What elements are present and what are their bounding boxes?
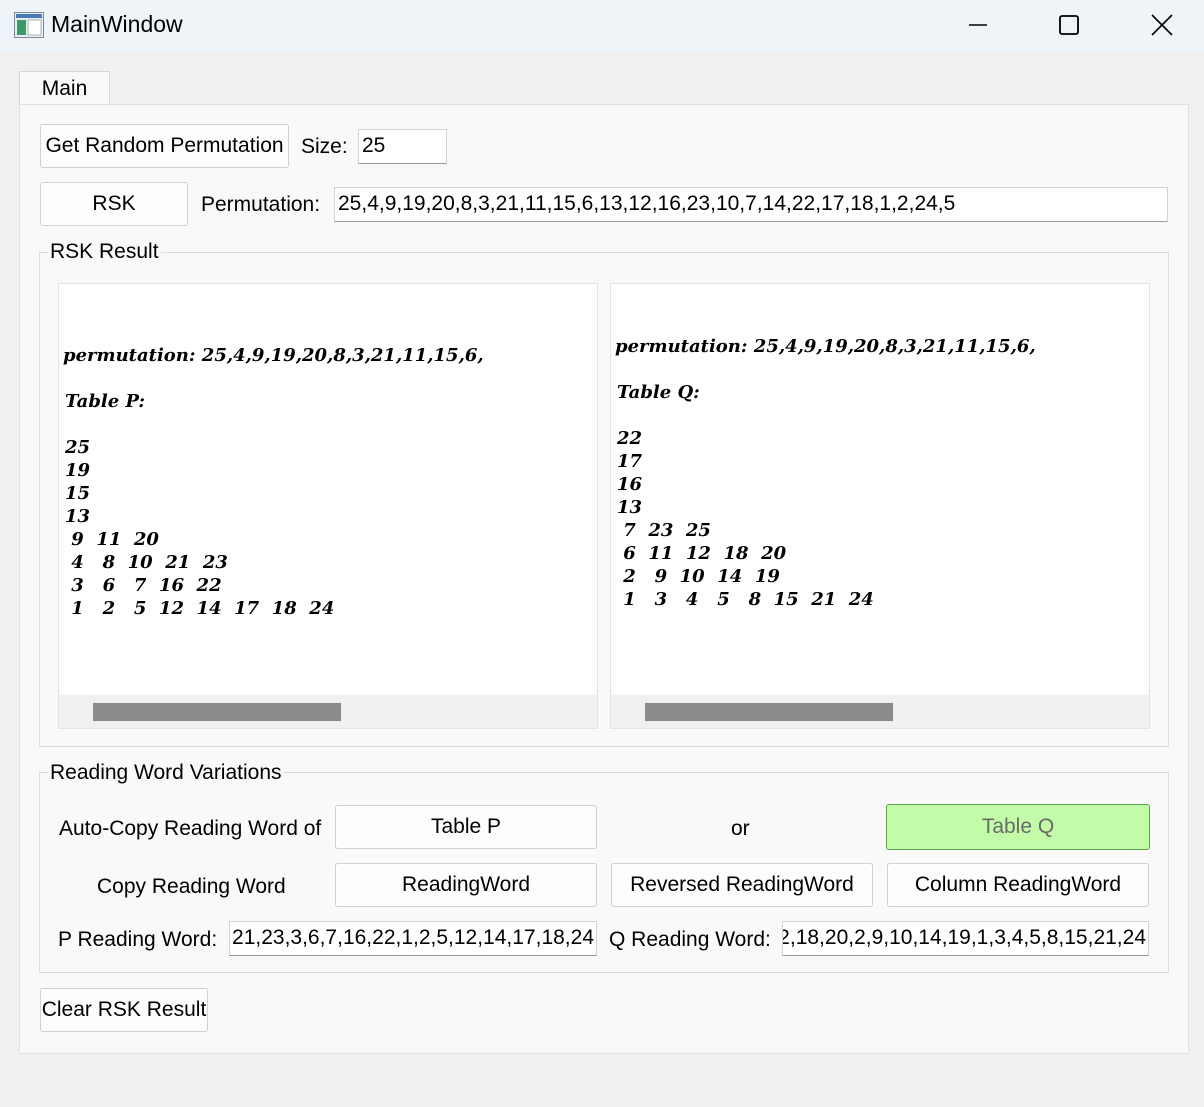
size-label: Size: — [301, 135, 348, 158]
auto-copy-label: Auto-Copy Reading Word of — [59, 817, 322, 840]
table-q-view[interactable]: permutation: 25,4,9,19,20,8,3,21,11,15,6… — [610, 283, 1150, 729]
scrollbar-thumb[interactable] — [645, 703, 893, 721]
p-reading-word-label: P Reading Word: — [58, 928, 218, 951]
permutation-label: Permutation: — [201, 193, 321, 216]
copy-reading-word-label: Copy Reading Word — [97, 875, 286, 898]
table-p-rows: 25 19 15 13 9 11 20 4 8 10 21 23 3 6 7 1… — [65, 437, 335, 619]
maximize-button[interactable] — [1039, 5, 1099, 45]
close-button[interactable] — [1131, 5, 1191, 45]
table-q-permutation: permutation: 25,4,9,19,20,8,3,21,11,15,6… — [615, 336, 1036, 357]
q-reading-word-label: Q Reading Word: — [609, 928, 771, 951]
get-random-permutation-button[interactable]: Get Random Permutation — [40, 124, 289, 168]
tab-main[interactable]: Main — [19, 71, 110, 105]
permutation-input[interactable]: 25,4,9,19,20,8,3,21,11,15,6,13,12,16,23,… — [334, 187, 1168, 222]
window-title: MainWindow — [51, 11, 183, 37]
close-icon — [1151, 14, 1173, 36]
maximize-icon — [1059, 15, 1079, 35]
reading-word-title: Reading Word Variations — [48, 761, 284, 785]
rsk-result-title: RSK Result — [48, 240, 161, 264]
size-input[interactable]: 25 — [358, 129, 447, 164]
table-q-title: Table Q: — [617, 382, 700, 403]
minimize-icon — [969, 24, 987, 26]
clear-rsk-result-button[interactable]: Clear RSK Result — [40, 988, 208, 1032]
rsk-button[interactable]: RSK — [40, 182, 188, 226]
reversed-reading-word-button[interactable]: Reversed ReadingWord — [611, 863, 873, 907]
app-icon — [14, 12, 44, 38]
table-q-button[interactable]: Table Q — [886, 804, 1150, 850]
or-label: or — [731, 817, 750, 840]
scrollbar-thumb[interactable] — [93, 703, 341, 721]
reading-word-button[interactable]: ReadingWord — [335, 863, 597, 907]
table-p-permutation: permutation: 25,4,9,19,20,8,3,21,11,15,6… — [63, 345, 484, 366]
table-p-button[interactable]: Table P — [335, 805, 597, 849]
minimize-button[interactable] — [948, 5, 1008, 45]
table-q-rows: 22 17 16 13 7 23 25 6 11 12 18 20 2 9 10… — [617, 428, 874, 610]
table-p-view[interactable]: permutation: 25,4,9,19,20,8,3,21,11,15,6… — [58, 283, 598, 729]
q-reading-word-input[interactable]: 12,18,20,2,9,10,14,19,1,3,4,5,8,15,21,24 — [782, 921, 1149, 956]
table-p-scrollbar[interactable] — [59, 695, 597, 728]
column-reading-word-button[interactable]: Column ReadingWord — [887, 863, 1149, 907]
p-reading-word-input[interactable]: 0,21,23,3,6,7,16,22,1,2,5,12,14,17,18,24 — [229, 921, 597, 956]
table-q-scrollbar[interactable] — [611, 695, 1149, 728]
title-bar: MainWindow — [0, 0, 1204, 52]
table-p-title: Table P: — [65, 391, 146, 412]
